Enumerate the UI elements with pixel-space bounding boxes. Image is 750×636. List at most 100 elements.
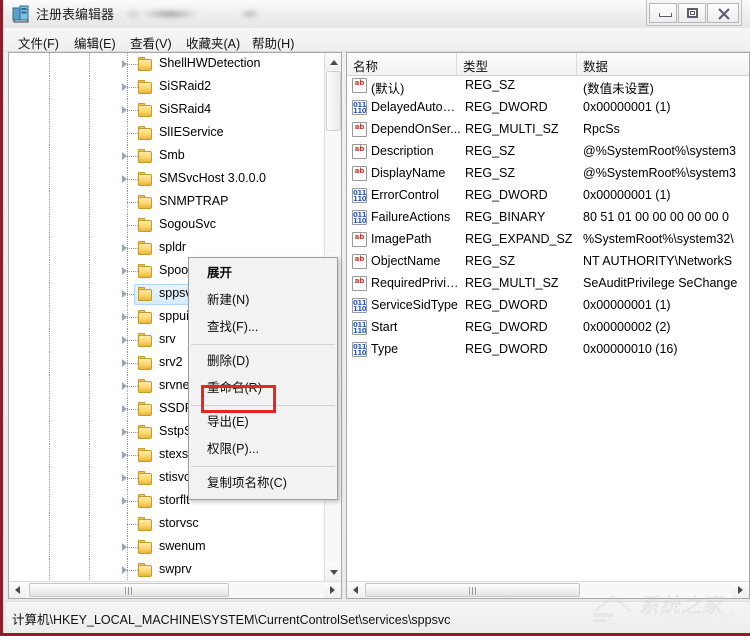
value-row[interactable]: ab RequiredPrivile... REG_MULTI_SZ SeAuditP… — [347, 273, 749, 295]
tree-scroll-left-button[interactable] — [9, 582, 26, 598]
value-row[interactable]: 011 110 ServiceSidType REG_DWORD 0x00000001 … — [347, 295, 749, 317]
tree-scroll-up-button[interactable] — [325, 53, 341, 70]
tree-horizontal-scrollbar[interactable] — [9, 581, 341, 598]
expand-arrow-icon[interactable] — [122, 175, 127, 183]
expand-arrow-icon[interactable] — [122, 313, 127, 321]
expand-arrow-icon[interactable] — [122, 267, 127, 275]
column-header-type[interactable]: 类型 — [457, 53, 577, 75]
list-scroll-right-button[interactable] — [732, 582, 749, 598]
tree-guide-line — [49, 490, 50, 513]
tree-guide-line — [49, 352, 50, 375]
tree-guide-line — [49, 513, 50, 536]
maximize-button[interactable] — [678, 3, 706, 23]
expand-arrow-icon[interactable] — [122, 543, 127, 551]
tree-item-slieservice[interactable]: SlIEService — [9, 122, 324, 145]
expand-arrow-icon[interactable] — [122, 290, 127, 298]
close-button[interactable] — [707, 3, 739, 23]
folder-icon — [138, 402, 153, 416]
context-find[interactable]: 查找(F)... — [189, 314, 337, 341]
tree-item-storvsc[interactable]: storvsc — [9, 513, 324, 536]
tree-guide-line — [49, 76, 50, 99]
value-data: (数值未设置) — [583, 82, 654, 96]
menu-view[interactable]: 查看(V) — [124, 31, 178, 54]
tree-item-smsvchost-3-0-0-0[interactable]: SMSvcHost 3.0.0.0 — [9, 168, 324, 191]
string-value-icon: ab — [352, 166, 367, 181]
tree-guide-line — [89, 76, 90, 99]
expand-arrow-icon[interactable] — [122, 382, 127, 390]
value-row[interactable]: 011 110 Type REG_DWORD 0x00000010 (16) — [347, 339, 749, 361]
expand-arrow-icon[interactable] — [122, 474, 127, 482]
value-row[interactable]: 011 110 ErrorControl REG_DWORD 0x00000001 (1… — [347, 185, 749, 207]
tree-item-swprv[interactable]: swprv — [9, 559, 324, 581]
registry-values-list[interactable]: ab (默认) REG_SZ (数值未设置) 011 110 DelayedAutoSt..… — [347, 75, 749, 580]
tree-guide-line — [89, 513, 90, 536]
expand-arrow-icon[interactable] — [122, 566, 127, 574]
tree-item-sogousvc[interactable]: SogouSvc — [9, 214, 324, 237]
folder-icon — [138, 379, 153, 393]
tree-item-smb[interactable]: Smb — [9, 145, 324, 168]
tree-guide-line — [89, 352, 90, 375]
expand-arrow-icon[interactable] — [122, 497, 127, 505]
tree-item-swenum[interactable]: swenum — [9, 536, 324, 559]
list-horizontal-scrollbar[interactable] — [347, 581, 749, 598]
value-name: ErrorControl — [371, 188, 440, 202]
context-menu[interactable]: 展开 新建(N) 查找(F)... 删除(D) 重命名(R) 导出(E) 权限(P)... 复… — [188, 257, 338, 500]
value-row[interactable]: ab ObjectName REG_SZ NT AUTHORITY\NetworkS — [347, 251, 749, 273]
value-row[interactable]: ab DisplayName REG_SZ @%SystemRoot%\system3 — [347, 163, 749, 185]
context-expand[interactable]: 展开 — [189, 260, 337, 287]
expand-arrow-icon[interactable] — [122, 244, 127, 252]
tree-guide-line — [89, 490, 90, 513]
tree-guide-line — [89, 444, 90, 467]
expand-arrow-icon[interactable] — [122, 451, 127, 459]
window-title: 注册表编辑器 — [36, 7, 115, 22]
expand-arrow-icon[interactable] — [122, 60, 127, 68]
tree-scroll-right-button[interactable] — [324, 582, 341, 598]
context-new[interactable]: 新建(N) — [189, 287, 337, 314]
menu-favorites[interactable]: 收藏夹(A) — [180, 31, 246, 54]
tree-hscrollbar-thumb[interactable] — [29, 583, 229, 597]
value-row[interactable]: 011 110 DelayedAutoSt... REG_DWORD 0x0000000… — [347, 97, 749, 119]
value-row[interactable]: ab ImagePath REG_EXPAND_SZ %SystemRoot%\sys… — [347, 229, 749, 251]
context-delete[interactable]: 删除(D) — [189, 348, 337, 375]
folder-icon — [138, 494, 153, 508]
list-hscrollbar-thumb[interactable] — [365, 583, 580, 597]
value-row[interactable]: ab Description REG_SZ @%SystemRoot%\system3 — [347, 141, 749, 163]
tree-item-sisraid4[interactable]: SiSRaid4 — [9, 99, 324, 122]
tree-item-snmptrap[interactable]: SNMPTRAP — [9, 191, 324, 214]
tree-item-label: Smb — [159, 148, 185, 162]
tree-item-label: SiSRaid2 — [159, 79, 212, 93]
context-export[interactable]: 导出(E) — [189, 409, 337, 436]
chevron-left-icon — [353, 586, 358, 594]
expand-arrow-icon[interactable] — [122, 359, 127, 367]
context-rename[interactable]: 重命名(R) — [189, 375, 337, 402]
tree-item-label: storflt — [159, 493, 190, 507]
menu-help[interactable]: 帮助(H) — [246, 31, 300, 54]
menu-file[interactable]: 文件(F) — [12, 31, 65, 54]
value-row[interactable]: 011 110 Start REG_DWORD 0x00000002 (2) — [347, 317, 749, 339]
tree-scroll-down-button[interactable] — [325, 564, 341, 581]
expand-arrow-icon[interactable] — [122, 428, 127, 436]
tree-scrollbar-thumb[interactable] — [326, 71, 341, 131]
tree-item-sisraid2[interactable]: SiSRaid2 — [9, 76, 324, 99]
expand-arrow-icon[interactable] — [122, 152, 127, 160]
column-header-name[interactable]: 名称 — [347, 53, 457, 75]
value-row[interactable]: ab (默认) REG_SZ (数值未设置) — [347, 75, 749, 97]
column-header-data[interactable]: 数据 — [577, 53, 749, 75]
list-scroll-left-button[interactable] — [347, 582, 364, 598]
menu-edit[interactable]: 编辑(E) — [68, 31, 122, 54]
tree-guide-line — [89, 375, 90, 398]
minimize-button[interactable] — [649, 3, 677, 23]
tree-guide-line — [89, 168, 90, 191]
value-row[interactable]: 011 110 FailureActions REG_BINARY 80 51 01 0… — [347, 207, 749, 229]
expand-arrow-icon[interactable] — [122, 106, 127, 114]
expand-arrow-icon[interactable] — [122, 83, 127, 91]
expand-arrow-icon[interactable] — [122, 336, 127, 344]
expand-arrow-icon[interactable] — [122, 405, 127, 413]
chevron-right-icon — [330, 586, 335, 594]
context-copy-key-name[interactable]: 复制项名称(C) — [189, 470, 337, 497]
value-row[interactable]: ab DependOnSer... REG_MULTI_SZ RpcSs — [347, 119, 749, 141]
binary-value-icon: 011 110 — [352, 210, 367, 225]
context-permissions[interactable]: 权限(P)... — [189, 436, 337, 463]
folder-icon — [138, 471, 153, 485]
tree-item-shellhwdetection[interactable]: ShellHWDetection — [9, 53, 324, 76]
